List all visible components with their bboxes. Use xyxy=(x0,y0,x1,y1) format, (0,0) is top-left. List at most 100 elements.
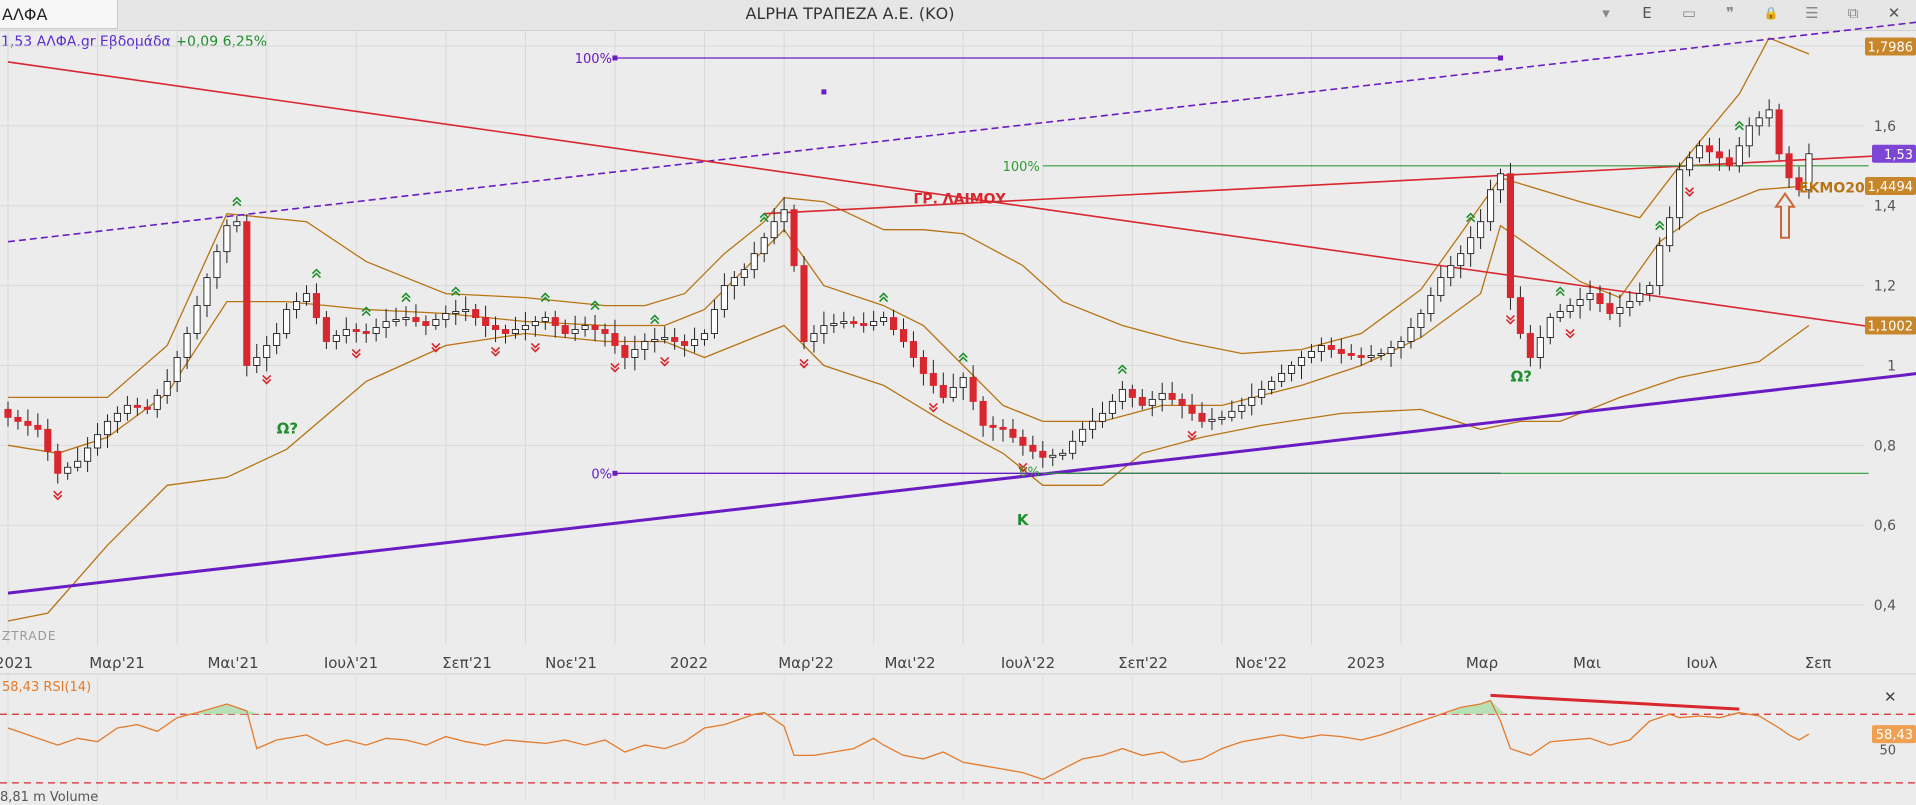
candle-up xyxy=(1477,221,1485,239)
candle-down xyxy=(143,406,151,410)
candle-up xyxy=(959,376,967,388)
candle-up xyxy=(820,325,828,334)
candle-up xyxy=(452,311,460,314)
candle-up xyxy=(521,325,529,330)
candle-up xyxy=(780,209,788,223)
chart-area[interactable]: 2021 Μαρ'21 Μαι'21 Ιουλ'21 Σεπ'21 Νοε'21 2022 Μ… xyxy=(0,0,1916,802)
candle-down xyxy=(1705,145,1713,153)
candle-up xyxy=(1098,412,1107,422)
candle-up xyxy=(1367,355,1375,358)
candle-up xyxy=(750,253,758,271)
candle-up xyxy=(1496,173,1505,191)
candle-up xyxy=(332,335,340,342)
candle-up xyxy=(203,277,211,307)
candle-up xyxy=(103,420,112,436)
candle-down xyxy=(1019,436,1027,446)
candle-up xyxy=(93,434,102,449)
candle-down xyxy=(312,293,321,318)
x-tick-label: Ιουλ'21 xyxy=(324,654,378,672)
x-tick-label: Μαρ'21 xyxy=(89,654,145,672)
candle-up xyxy=(1626,301,1634,308)
x-tick-label: 2021 xyxy=(0,654,33,672)
candle-down xyxy=(1188,404,1196,414)
candle-down xyxy=(1606,303,1614,314)
candle-up xyxy=(153,394,161,410)
x-tick-label: Μαι'22 xyxy=(884,654,935,672)
candle-down xyxy=(1775,109,1783,155)
x-tick-label: Μαρ'22 xyxy=(778,654,834,672)
candle-up xyxy=(213,251,221,279)
candle-up xyxy=(1457,253,1465,267)
candle-up xyxy=(113,412,121,422)
fib-0-green-label: 0% xyxy=(1019,465,1040,480)
candle-up xyxy=(1218,416,1226,420)
candle-up xyxy=(1536,337,1544,358)
candle-up xyxy=(840,321,848,324)
sell-marker-icon xyxy=(1684,187,1695,197)
candle-up xyxy=(84,447,92,462)
candle-down xyxy=(4,408,12,418)
candle-up xyxy=(183,333,191,358)
candle-down xyxy=(621,345,629,358)
omega-label: Ω? xyxy=(277,419,298,437)
up-arrow-icon xyxy=(1774,191,1796,239)
fib-handle xyxy=(1498,55,1503,61)
rsi-line xyxy=(7,699,1810,781)
candle-up xyxy=(651,339,659,342)
y-tick-label: 0,8 xyxy=(1874,438,1896,454)
candle-down xyxy=(860,323,868,326)
candle-up xyxy=(1576,299,1584,307)
candle-up xyxy=(760,237,768,255)
price-tag-label: 1,1002 xyxy=(1868,319,1914,334)
sell-marker-icon xyxy=(1187,430,1197,441)
sell-marker-icon xyxy=(1565,328,1575,339)
candle-down xyxy=(1725,157,1733,167)
x-tick-label: Σεπ'21 xyxy=(442,654,492,672)
candle-up xyxy=(1486,189,1495,223)
candle-down xyxy=(790,209,798,267)
candle-up xyxy=(1278,372,1286,382)
buy-marker-icon xyxy=(879,292,889,303)
buy-marker-icon xyxy=(311,268,322,279)
candle-up xyxy=(372,327,380,334)
candle-down xyxy=(24,420,32,426)
candle-down xyxy=(989,424,997,428)
candle-down xyxy=(54,450,62,474)
candle-down xyxy=(601,329,609,334)
price-tag-label: 1,7986 xyxy=(1868,41,1914,56)
candle-up xyxy=(1088,420,1097,430)
x-tick-label: Μαι xyxy=(1573,654,1601,672)
candle-up xyxy=(1427,295,1435,314)
candle-down xyxy=(671,337,679,342)
candle-up xyxy=(541,317,549,322)
candle-down xyxy=(352,329,360,332)
fib-handle xyxy=(612,55,618,61)
candle-up xyxy=(1566,305,1574,312)
candle-down xyxy=(412,317,420,322)
candle-up xyxy=(581,325,589,330)
candle-up xyxy=(392,319,400,322)
y-tick-label: 1,4 xyxy=(1874,199,1896,215)
candle-up xyxy=(1397,341,1405,348)
x-tick-label: Μαρ xyxy=(1466,654,1498,672)
sell-marker-icon xyxy=(1505,314,1516,325)
candle-up xyxy=(1636,293,1644,303)
candle-up xyxy=(273,333,281,346)
candle-down xyxy=(322,317,330,342)
y-tick-label: 1,6 xyxy=(1874,119,1896,135)
candle-up xyxy=(1755,117,1763,127)
candle-down xyxy=(800,265,808,342)
rsi-close-icon[interactable]: ✕ xyxy=(1884,688,1897,706)
candle-up xyxy=(1685,157,1694,171)
candle-up xyxy=(64,466,72,474)
fib-handle xyxy=(612,470,618,476)
rsi-label: 58,43 RSI(14) xyxy=(2,680,91,695)
candle-down xyxy=(14,416,22,422)
candle-up xyxy=(402,317,410,320)
candle-down xyxy=(939,384,947,398)
candle-down xyxy=(1138,396,1146,406)
candle-up xyxy=(1417,313,1425,328)
candle-down xyxy=(34,424,42,430)
candle-up xyxy=(1646,285,1654,295)
candle-down xyxy=(1337,349,1345,354)
